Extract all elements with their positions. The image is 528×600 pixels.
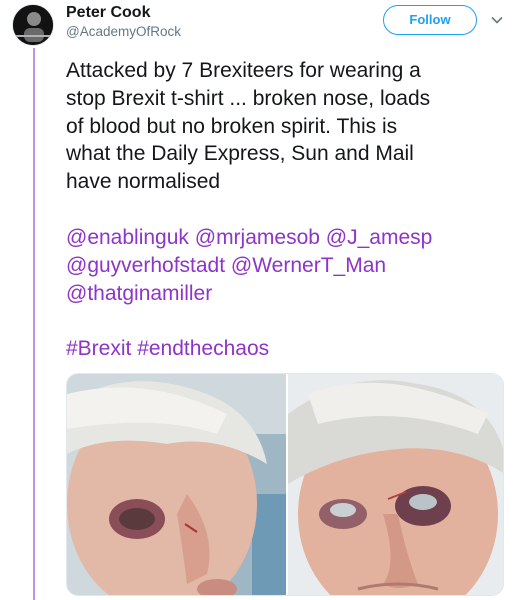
mention-link[interactable]: @mrjamesob [195,226,320,249]
photo-icon [288,374,503,595]
tweet-text: Attacked by 7 Brexiteers for wearing a s… [66,57,506,363]
tweet-header: Peter Cook @AcademyOfRock Follow [0,0,528,50]
user-avatar-icon [13,5,53,45]
mention-link[interactable]: @guyverhofstadt [66,254,225,277]
photo-icon [67,374,286,595]
avatar[interactable] [12,4,54,46]
mention-link[interactable]: @enablinguk [66,226,189,249]
photo-right[interactable] [288,374,503,595]
mention-link[interactable]: @thatginamiller [66,282,212,305]
mention-link[interactable]: @WernerT_Man [231,254,386,277]
tweet-text-line: have normalised [66,170,221,194]
tweet-text-line: Attacked by 7 Brexiteers for wearing a [66,59,421,82]
tweet-text-line: stop Brexit t-shirt ... broken nose, loa… [66,86,431,110]
author-name[interactable]: Peter Cook [66,4,150,22]
hashtag-link[interactable]: #Brexit [66,337,131,360]
tweet-text-line: what the Daily Express, Sun and Mail [66,142,414,166]
hashtag-link[interactable]: #endthechaos [137,337,269,360]
photo-left[interactable] [67,374,286,595]
follow-button[interactable]: Follow [383,5,477,35]
mention-link[interactable]: @J_amesp [326,226,433,249]
chevron-down-icon[interactable] [489,12,505,28]
author-handle[interactable]: @AcademyOfRock [66,24,181,39]
media-grid [66,373,504,596]
tweet-text-line: of blood but no broken spirit. This is [66,114,398,138]
thread-line [33,48,35,600]
